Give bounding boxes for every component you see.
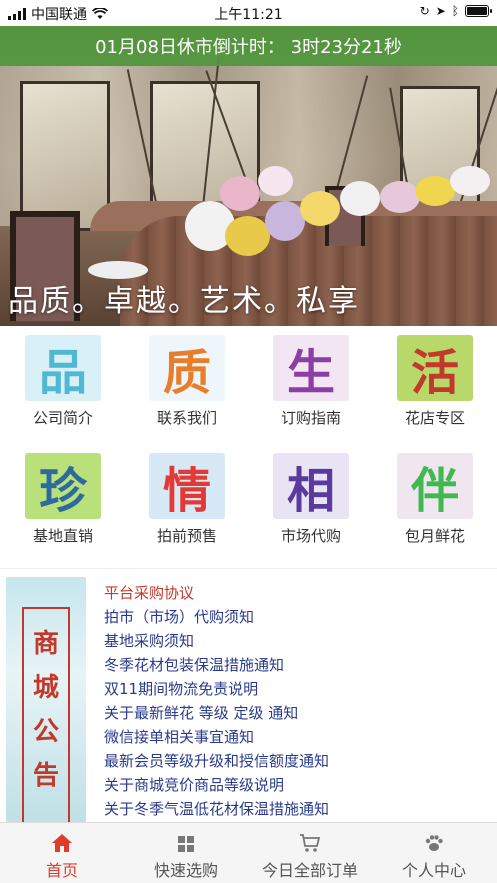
hero-banner[interactable]: 品质。卓越。艺术。私享 — [0, 26, 497, 326]
notice-section: 商城公告 平台采购协议 拍市（市场）代购须知 基地采购须知 冬季花材包装保温措施… — [0, 568, 497, 822]
grid-label: 包月鲜花 — [404, 527, 465, 545]
notice-item[interactable]: 拍市（市场）代购须知 — [104, 605, 489, 629]
grid-tile: 生 — [273, 335, 349, 401]
grid-tile: 情 — [149, 453, 225, 519]
grid-item-florist-zone[interactable]: 活 花店专区 — [380, 335, 490, 428]
notice-banner: 商城公告 — [6, 577, 86, 822]
tab-bar: 首页 快速选购 今日全部订单 个人中心 — [0, 822, 497, 883]
tab-home[interactable]: 首页 — [0, 823, 124, 883]
grid-item-base-direct-sale[interactable]: 珍 基地直销 — [8, 453, 118, 546]
orientation-lock-icon: ↻ — [419, 4, 430, 18]
grid-tile: 伴 — [397, 453, 473, 519]
grid-icon — [178, 836, 194, 852]
tab-label: 今日全部订单 — [261, 861, 358, 880]
grid-char: 情 — [162, 463, 211, 519]
notice-item[interactable]: 关于冬季气温低花材保温措施通知 — [104, 797, 489, 821]
grid-label: 市场代购 — [280, 527, 341, 545]
tab-label: 快速选购 — [153, 861, 218, 880]
notice-item[interactable]: 关于商城竞价商品等级说明 — [104, 773, 489, 797]
tab-label: 个人中心 — [401, 861, 466, 880]
tab-profile[interactable]: 个人中心 — [372, 823, 496, 883]
tab-quick-buy[interactable]: 快速选购 — [124, 823, 248, 883]
notice-item[interactable]: 冬季花材包装保温措施通知 — [104, 653, 489, 677]
grid-char: 珍 — [38, 463, 87, 519]
grid-item-contact-us[interactable]: 质 联系我们 — [132, 335, 242, 428]
grid-char: 伴 — [410, 463, 459, 519]
status-right: ↻ ➤ ᛒ — [419, 4, 492, 18]
status-bar: 中国联通 上午11:21 ↻ ➤ ᛒ — [0, 0, 497, 26]
grid-label: 订购指南 — [280, 409, 341, 427]
grid-char: 生 — [286, 345, 335, 401]
grid-tile: 品 — [25, 335, 101, 401]
paw-icon — [425, 835, 443, 851]
cart-icon — [300, 834, 321, 852]
grid-label: 基地直销 — [32, 527, 93, 545]
notice-banner-char: 公 — [32, 717, 59, 747]
notice-item[interactable]: 平台采购协议 — [104, 581, 489, 605]
notice-item[interactable]: 基地采购须知 — [104, 629, 489, 653]
location-icon: ➤ — [435, 4, 446, 18]
grid-item-monthly-flowers[interactable]: 伴 包月鲜花 — [380, 453, 490, 546]
grid-label: 公司简介 — [32, 409, 93, 427]
countdown-bar: 01月08日休市倒计时： 3时23分21秒 — [0, 26, 497, 66]
grid-tile: 活 — [397, 335, 473, 401]
grid-item-order-guide[interactable]: 生 订购指南 — [256, 335, 366, 428]
grid-char: 质 — [162, 345, 211, 401]
battery-icon — [465, 5, 492, 17]
feature-grid: 品 公司简介 质 联系我们 生 订购指南 活 花店专区 珍 基地直销 情 拍前预… — [0, 330, 497, 562]
notice-banner-char: 告 — [32, 761, 59, 791]
grid-label: 拍前预售 — [156, 527, 217, 545]
notice-item[interactable]: 微信接单相关事宜通知 — [104, 725, 489, 749]
grid-item-presale[interactable]: 情 拍前预售 — [132, 453, 242, 546]
grid-tile: 相 — [273, 453, 349, 519]
grid-label: 花店专区 — [404, 409, 465, 427]
notice-banner-title: 商城公告 — [6, 622, 86, 798]
notice-item[interactable]: 双11期间物流免责说明 — [104, 677, 489, 701]
grid-char: 活 — [410, 345, 459, 401]
grid-char: 品 — [38, 345, 87, 401]
grid-char: 相 — [286, 463, 335, 519]
tab-today-orders[interactable]: 今日全部订单 — [248, 823, 372, 883]
grid-tile: 质 — [149, 335, 225, 401]
notice-item[interactable]: 最新会员等级升级和授信额度通知 — [104, 749, 489, 773]
notice-banner-char: 城 — [32, 673, 59, 703]
notice-list: 平台采购协议 拍市（市场）代购须知 基地采购须知 冬季花材包装保温措施通知 双1… — [104, 581, 489, 821]
grid-item-company-intro[interactable]: 品 公司简介 — [8, 335, 118, 428]
tab-label: 首页 — [45, 861, 78, 880]
banner-slogan: 品质。卓越。艺术。私享 — [8, 284, 360, 319]
home-icon — [52, 834, 72, 852]
grid-tile: 珍 — [25, 453, 101, 519]
notice-item[interactable]: 关于最新鲜花 等级 定级 通知 — [104, 701, 489, 725]
grid-item-market-purchase[interactable]: 相 市场代购 — [256, 453, 366, 546]
grid-label: 联系我们 — [156, 409, 217, 427]
bluetooth-icon: ᛒ — [451, 4, 459, 18]
notice-banner-char: 商 — [32, 629, 59, 659]
